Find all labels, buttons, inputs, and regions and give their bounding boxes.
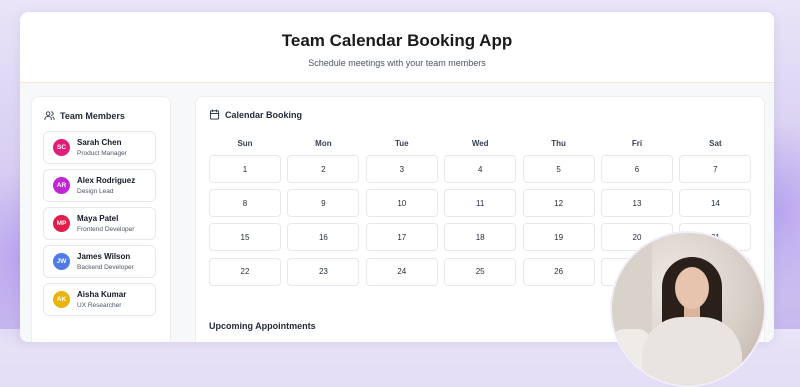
member-card[interactable]: SC Sarah Chen Product Manager bbox=[43, 131, 156, 164]
app-header: Team Calendar Booking App Schedule meeti… bbox=[20, 12, 774, 83]
calendar-day[interactable]: 12 bbox=[522, 189, 595, 218]
calendar-day[interactable]: 16 bbox=[287, 223, 360, 252]
calendar-day[interactable]: 3 bbox=[365, 155, 438, 183]
presenter-webcam-video bbox=[610, 231, 766, 387]
member-info: Alex Rodriguez Design Lead bbox=[77, 176, 135, 196]
weekday-header: Fri bbox=[631, 139, 643, 148]
member-role: Frontend Developer bbox=[77, 225, 135, 233]
calendar-day[interactable]: 5 bbox=[522, 155, 595, 183]
calendar-day[interactable]: 10 bbox=[365, 189, 438, 218]
calendar-day[interactable]: 9 bbox=[287, 189, 360, 218]
calendar-day[interactable]: 1 bbox=[209, 155, 281, 183]
calendar-day[interactable]: 19 bbox=[522, 223, 595, 252]
calendar-day[interactable]: 17 bbox=[365, 223, 438, 252]
member-card[interactable]: MP Maya Patel Frontend Developer bbox=[43, 207, 156, 240]
weekday-header: Mon bbox=[315, 139, 332, 148]
upcoming-appointments-title: Upcoming Appointments bbox=[209, 321, 316, 331]
calendar-icon bbox=[209, 109, 220, 120]
member-card[interactable]: AR Alex Rodriguez Design Lead bbox=[43, 169, 156, 202]
avatar: AR bbox=[53, 177, 70, 194]
app-subtitle: Schedule meetings with your team members bbox=[308, 58, 486, 68]
member-info: Aisha Kumar UX Researcher bbox=[77, 290, 126, 310]
calendar-day[interactable]: 15 bbox=[209, 223, 281, 252]
member-role: Backend Developer bbox=[77, 263, 134, 271]
member-name: Alex Rodriguez bbox=[77, 175, 136, 185]
calendar-day[interactable]: 23 bbox=[287, 257, 360, 286]
team-members-header: Team Members bbox=[44, 110, 170, 121]
weekday-header: Sun bbox=[237, 139, 253, 148]
avatar: AK bbox=[53, 291, 70, 308]
team-members-panel: Team Members SC Sarah Chen Product Manager… bbox=[31, 96, 171, 342]
avatar: JW bbox=[53, 253, 70, 270]
calendar-day[interactable]: 18 bbox=[444, 223, 517, 252]
calendar-day[interactable]: 24 bbox=[365, 257, 438, 286]
member-name: Maya Patel bbox=[77, 213, 119, 223]
member-card[interactable]: AK Aisha Kumar UX Researcher bbox=[43, 283, 156, 316]
member-list: SC Sarah Chen Product Manager AR Alex Rodrig… bbox=[43, 131, 170, 316]
member-role: Design Lead bbox=[77, 187, 114, 195]
calendar-day[interactable]: 14 bbox=[679, 189, 752, 218]
avatar: SC bbox=[53, 139, 70, 156]
weekday-header: Wed bbox=[471, 139, 489, 148]
calendar-day[interactable]: 6 bbox=[601, 155, 673, 183]
calendar-title: Calendar Booking bbox=[225, 109, 303, 120]
member-info: Maya Patel Frontend Developer bbox=[77, 214, 134, 234]
weekday-header: Tue bbox=[394, 139, 409, 148]
member-info: Sarah Chen Product Manager bbox=[77, 138, 127, 158]
calendar-day[interactable]: 25 bbox=[444, 257, 517, 286]
member-name: James Wilson bbox=[77, 251, 131, 261]
member-name: Sarah Chen bbox=[77, 137, 122, 147]
calendar-day[interactable]: 26 bbox=[522, 257, 595, 286]
calendar-day[interactable]: 2 bbox=[287, 155, 360, 183]
weekday-header: Sat bbox=[709, 139, 722, 148]
calendar-day[interactable]: 4 bbox=[444, 155, 517, 183]
weekday-header: Thu bbox=[551, 139, 566, 148]
calendar-day[interactable]: 8 bbox=[209, 189, 281, 218]
app-title: Team Calendar Booking App bbox=[281, 31, 513, 50]
team-members-title: Team Members bbox=[60, 110, 125, 121]
calendar-day[interactable]: 7 bbox=[679, 155, 752, 183]
calendar-header: Calendar Booking bbox=[209, 109, 764, 120]
calendar-day[interactable]: 11 bbox=[444, 189, 517, 218]
member-role: UX Researcher bbox=[77, 301, 122, 309]
presenter-body bbox=[642, 317, 742, 385]
member-name: Aisha Kumar bbox=[77, 289, 127, 299]
avatar: MP bbox=[53, 215, 70, 232]
calendar-day[interactable]: 13 bbox=[601, 189, 673, 218]
member-card[interactable]: JW James Wilson Backend Developer bbox=[43, 245, 156, 278]
member-info: James Wilson Backend Developer bbox=[77, 252, 134, 272]
calendar-day[interactable]: 22 bbox=[209, 257, 281, 286]
member-role: Product Manager bbox=[77, 149, 127, 157]
users-icon bbox=[44, 110, 55, 121]
presenter-face bbox=[675, 267, 709, 309]
